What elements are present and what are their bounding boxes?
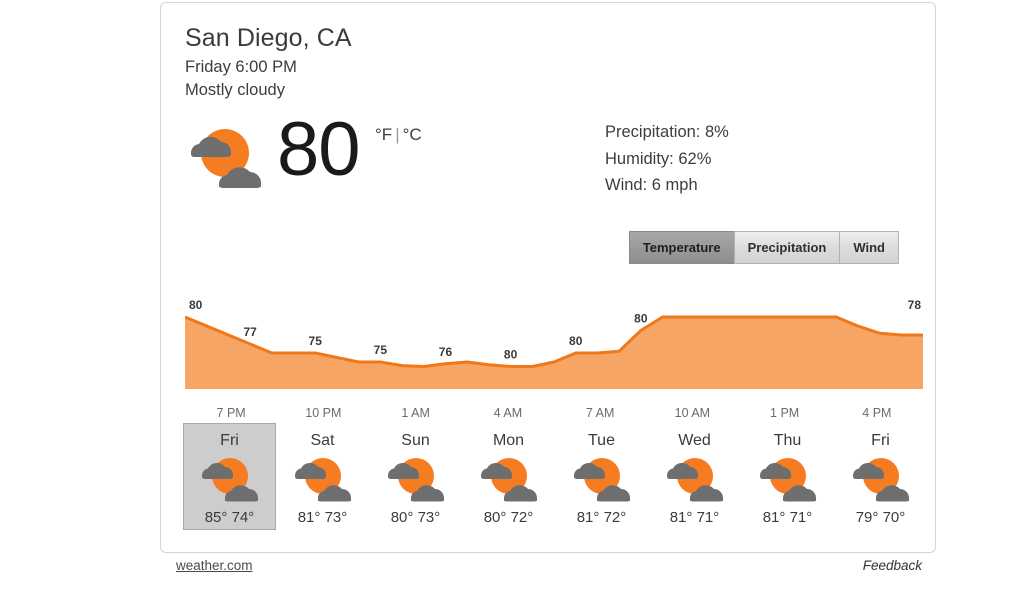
forecast-day-sat[interactable]: Sat 81° 73°: [276, 423, 369, 530]
svg-text:76: 76: [439, 345, 453, 359]
city-title: San Diego, CA: [185, 24, 352, 52]
forecast-day-sun[interactable]: Sun 80° 73°: [369, 423, 462, 530]
widget-footer: weather.com Feedback: [160, 558, 936, 586]
svg-text:75: 75: [374, 343, 388, 357]
hourly-temperature-chart[interactable]: 80 77 75 75 76 80 80 80 78: [185, 279, 923, 401]
forecast-day-fri-2[interactable]: Fri 79° 70°: [834, 423, 927, 530]
forecast-day-temps: 81° 71°: [669, 509, 720, 526]
weather-widget: San Diego, CA Friday 6:00 PM Mostly clou…: [0, 0, 1024, 604]
svg-text:75: 75: [309, 334, 323, 348]
chart-x-axis: 7 PM 10 PM 1 AM 4 AM 7 AM 10 AM 1 PM 4 P…: [185, 401, 923, 425]
forecast-day-tue[interactable]: Tue 81° 72°: [555, 423, 648, 530]
svg-text:80: 80: [189, 298, 203, 312]
sun-behind-clouds-icon: [850, 455, 912, 503]
forecast-day-label: Mon: [492, 432, 525, 449]
axis-tick: 7 AM: [585, 406, 615, 420]
axis-tick: 10 PM: [305, 406, 342, 420]
sun-behind-clouds-icon: [571, 455, 633, 503]
feedback-link[interactable]: Feedback: [863, 558, 922, 573]
forecast-day-mon[interactable]: Mon 80° 72°: [462, 423, 555, 530]
forecast-day-temps: 85° 74°: [204, 509, 255, 526]
metric-tabs: Temperature Precipitation Wind: [628, 231, 899, 264]
weather-card: San Diego, CA Friday 6:00 PM Mostly clou…: [160, 2, 936, 553]
svg-text:78: 78: [908, 298, 922, 312]
sun-behind-clouds-icon: [385, 455, 447, 503]
unit-fahrenheit[interactable]: °F: [375, 125, 392, 144]
forecast-day-label: Thu: [773, 432, 802, 449]
forecast-day-label: Fri: [220, 432, 239, 449]
sun-behind-clouds-icon: [187, 125, 263, 189]
axis-tick: 4 PM: [862, 406, 892, 420]
current-details: Precipitation: 8% Humidity: 62% Wind: 6 …: [605, 119, 729, 199]
forecast-day-label: Wed: [678, 432, 711, 449]
tab-precipitation[interactable]: Precipitation: [733, 231, 841, 264]
daily-forecast: Fri 85° 74° Sat 81° 73° Sun 80° 73° Mon …: [183, 423, 927, 530]
unit-celsius[interactable]: °C: [403, 125, 422, 144]
unit-separator: |: [395, 125, 400, 144]
forecast-day-label: Sat: [310, 432, 335, 449]
current-condition: Mostly cloudy: [185, 81, 285, 99]
wind-value: Wind: 6 mph: [605, 176, 698, 194]
forecast-day-fri[interactable]: Fri 85° 74°: [183, 423, 276, 530]
svg-text:80: 80: [569, 334, 583, 348]
sun-behind-clouds-icon: [757, 455, 819, 503]
forecast-day-wed[interactable]: Wed 81° 71°: [648, 423, 741, 530]
forecast-day-temps: 81° 73°: [297, 509, 348, 526]
svg-text:80: 80: [634, 312, 648, 326]
forecast-day-temps: 79° 70°: [855, 509, 906, 526]
forecast-day-temps: 81° 71°: [762, 509, 813, 526]
sun-behind-clouds-icon: [664, 455, 726, 503]
sun-behind-clouds-icon: [292, 455, 354, 503]
forecast-day-label: Tue: [588, 432, 615, 449]
forecast-day-temps: 80° 73°: [390, 509, 441, 526]
forecast-day-thu[interactable]: Thu 81° 71°: [741, 423, 834, 530]
sun-behind-clouds-icon: [478, 455, 540, 503]
humidity-value: Humidity: 62%: [605, 149, 712, 168]
axis-tick: 4 AM: [493, 406, 523, 420]
weather-source-link[interactable]: weather.com: [176, 558, 253, 573]
axis-tick: 10 AM: [674, 406, 711, 420]
tab-wind[interactable]: Wind: [839, 231, 899, 264]
sun-behind-clouds-icon: [199, 455, 261, 503]
forecast-day-label: Sun: [401, 432, 430, 449]
unit-toggle[interactable]: °F | °C: [375, 125, 422, 145]
axis-tick: 7 PM: [216, 406, 246, 420]
forecast-day-temps: 81° 72°: [576, 509, 627, 526]
current-daytime: Friday 6:00 PM: [185, 58, 297, 76]
axis-tick: 1 PM: [770, 406, 800, 420]
tab-temperature[interactable]: Temperature: [628, 231, 735, 264]
current-temperature: 80: [277, 107, 361, 192]
axis-tick: 1 AM: [401, 406, 430, 420]
weather-card-body: San Diego, CA Friday 6:00 PM Mostly clou…: [183, 23, 923, 542]
precipitation-value: Precipitation: 8%: [605, 123, 729, 141]
forecast-day-label: Fri: [871, 432, 890, 449]
forecast-day-temps: 80° 72°: [483, 509, 534, 526]
svg-text:77: 77: [243, 325, 257, 339]
current-conditions-row: 80 °F | °C Precipitation: 8% Humidity: 62%…: [185, 107, 917, 205]
svg-text:80: 80: [504, 348, 518, 362]
